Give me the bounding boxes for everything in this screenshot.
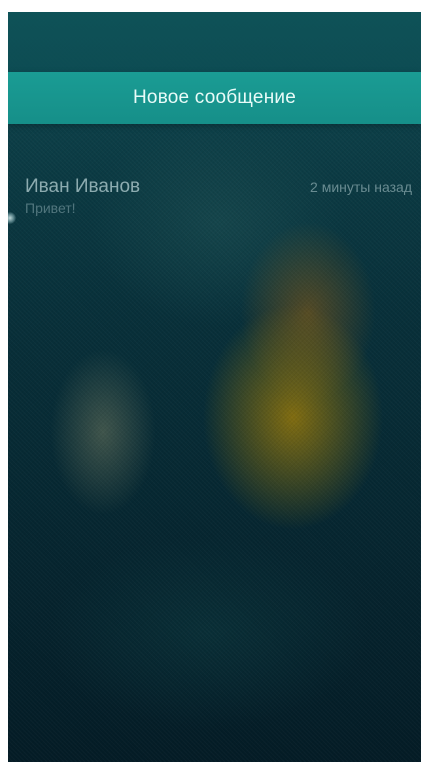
phone-screen: Новое сообщение Иван Иванов 2 минуты наз… — [8, 12, 421, 762]
notification-header: Новое сообщение — [8, 72, 421, 124]
status-bar-area — [8, 12, 421, 72]
message-preview: Привет! — [25, 200, 76, 216]
message-timestamp: 2 минуты назад — [310, 179, 412, 195]
message-sender: Иван Иванов — [25, 176, 141, 197]
wallpaper-texture — [8, 12, 421, 762]
message-list-item[interactable]: Иван Иванов 2 минуты назад Привет! — [8, 170, 421, 224]
header-title: Новое сообщение — [133, 87, 296, 108]
